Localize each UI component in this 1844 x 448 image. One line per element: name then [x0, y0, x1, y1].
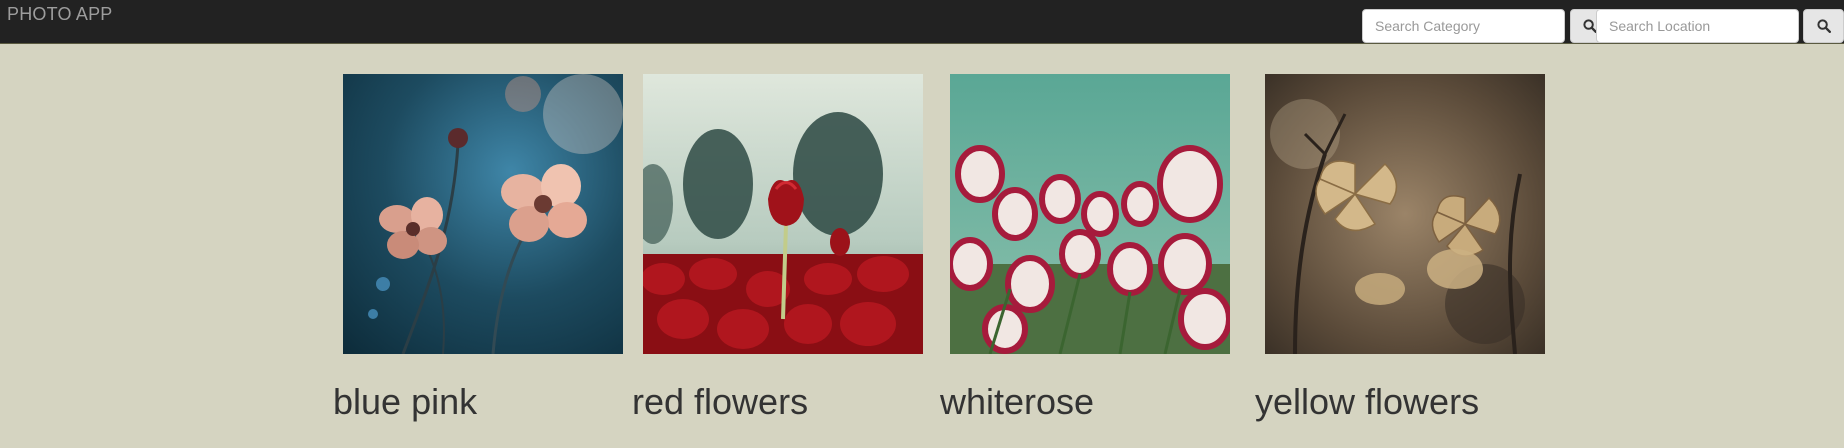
- search-category-input[interactable]: [1362, 9, 1565, 43]
- search-location-input[interactable]: [1596, 9, 1799, 43]
- photo-caption-red-flowers: red flowers: [632, 381, 809, 422]
- photo-whiterose[interactable]: [950, 74, 1230, 354]
- photo-red-flowers[interactable]: [643, 74, 923, 354]
- photo-blue-pink-image: [343, 74, 623, 354]
- photo-caption-yellow-flowers: yellow flowers: [1255, 381, 1480, 422]
- search-location-button[interactable]: [1803, 9, 1844, 43]
- photo-yellow-flowers[interactable]: [1265, 74, 1545, 354]
- search-icon: [1583, 19, 1597, 33]
- photo-whiterose-image: [950, 74, 1230, 354]
- brand-title[interactable]: PHOTO APP: [7, 4, 113, 25]
- search-icon: [1816, 19, 1831, 33]
- photo-caption-whiterose: whiterose: [940, 381, 1095, 422]
- navbar: PHOTO APP: [0, 0, 1844, 44]
- photo-blue-pink[interactable]: [343, 74, 623, 354]
- photo-caption-blue-pink: blue pink: [333, 381, 478, 422]
- photo-yellow-flowers-image: [1265, 74, 1545, 354]
- photo-red-flowers-image: [643, 74, 923, 354]
